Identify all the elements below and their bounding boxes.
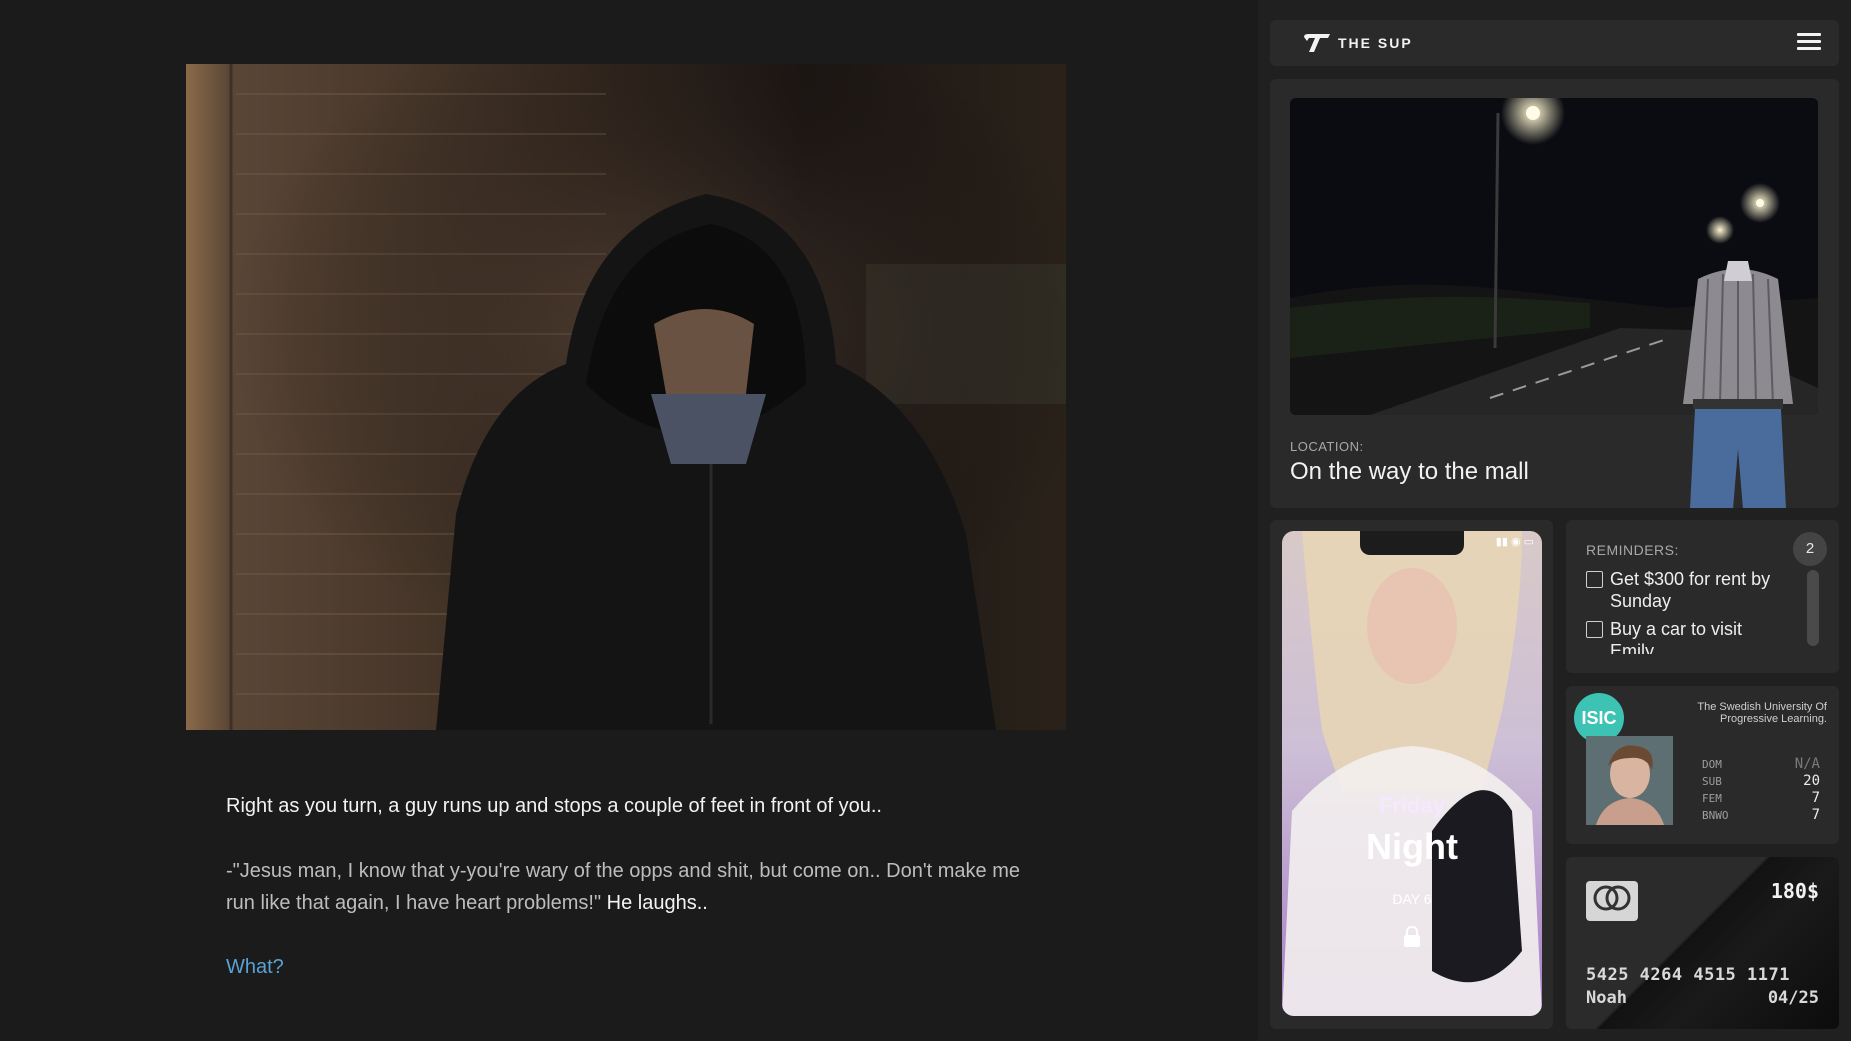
hamburger-menu-icon[interactable]: [1797, 33, 1821, 53]
phone-screen[interactable]: ▮▮ ◉ ▭ Friday Night DAY 6: [1282, 531, 1542, 1016]
brand-name: THE SUP: [1338, 35, 1413, 51]
brand-logo-icon: [1304, 34, 1330, 52]
location-card: LOCATION: On the way to the mall: [1270, 79, 1839, 508]
phone-day-counter: DAY 6: [1392, 891, 1432, 907]
card-number: 5425 4264 4515 1171: [1586, 965, 1790, 985]
status-bar-icons: ▮▮ ◉ ▭: [1495, 536, 1534, 548]
narration-text: Right as you turn, a guy runs up and sto…: [226, 795, 882, 817]
reminder-list: Get $300 for rent by Sunday Buy a car to…: [1586, 568, 1791, 654]
sidebar: THE SUP LOCATION: On the way to the mall…: [1258, 0, 1851, 1041]
phone-time-of-day: Night: [1366, 826, 1458, 867]
student-portrait: [1586, 736, 1673, 825]
location-value: On the way to the mall: [1290, 458, 1529, 485]
phone-card: ▮▮ ◉ ▭ Friday Night DAY 6: [1270, 520, 1553, 1029]
stat-label: BNWO: [1702, 809, 1729, 822]
dialogue-text: -"Jesus man, I know that y-you're wary o…: [226, 855, 1046, 919]
reminder-checkbox[interactable]: [1586, 621, 1603, 638]
stat-value: 20: [1803, 773, 1820, 789]
stat-label: FEM: [1702, 792, 1722, 805]
stat-label: SUB: [1702, 775, 1722, 788]
stat-value: 7: [1811, 807, 1820, 823]
hooded-man-illustration: [186, 64, 1066, 730]
student-id-card: ISIC The Swedish University Of Progressi…: [1566, 686, 1839, 844]
reminders-card: REMINDERS: 2 Get $300 for rent by Sunday…: [1566, 520, 1839, 673]
stat-row: DOM N/A: [1702, 756, 1820, 773]
dialogue-action: He laughs..: [606, 892, 708, 914]
stat-label: DOM: [1702, 758, 1722, 771]
lock-icon[interactable]: [1400, 925, 1424, 949]
reminder-label: Get $300 for rent by Sunday: [1610, 569, 1771, 611]
reminders-count-badge: 2: [1793, 532, 1827, 566]
phone-notch: [1360, 531, 1464, 555]
reminder-item: Get $300 for rent by Sunday: [1586, 568, 1791, 612]
stat-value: N/A: [1794, 756, 1820, 772]
university-name: The Swedish University Of Progressive Le…: [1697, 701, 1827, 725]
reminders-scrollbar[interactable]: [1807, 570, 1819, 646]
card-holder: Noah: [1586, 988, 1627, 1008]
card-balance: 180$: [1770, 879, 1819, 903]
reminders-title: REMINDERS:: [1586, 542, 1679, 558]
character-avatar: [1683, 261, 1793, 508]
mastercard-logo-icon: [1586, 881, 1638, 921]
story-text: Right as you turn, a guy runs up and sto…: [226, 790, 1046, 1016]
location-label: LOCATION:: [1290, 439, 1364, 454]
stat-row: SUB 20: [1702, 773, 1820, 790]
card-expiry: 04/25: [1767, 988, 1819, 1008]
reminder-label: Buy a car to visit Emily: [1610, 619, 1743, 654]
reminder-item: Buy a car to visit Emily: [1586, 618, 1791, 654]
top-bar: THE SUP: [1270, 20, 1839, 66]
choice-link-what[interactable]: What?: [226, 951, 1046, 983]
stat-table: DOM N/A SUB 20 FEM 7 BNWO 7: [1702, 756, 1820, 824]
reminder-checkbox[interactable]: [1586, 571, 1603, 588]
phone-day: Friday: [1378, 793, 1446, 818]
stat-row: BNWO 7: [1702, 807, 1820, 824]
scene-image: [186, 64, 1066, 730]
stat-row: FEM 7: [1702, 790, 1820, 807]
bank-card[interactable]: 180$ 5425 4264 4515 1171 Noah 04/25: [1566, 857, 1839, 1029]
student-photo: [1586, 736, 1673, 825]
stat-value: 7: [1811, 790, 1820, 806]
